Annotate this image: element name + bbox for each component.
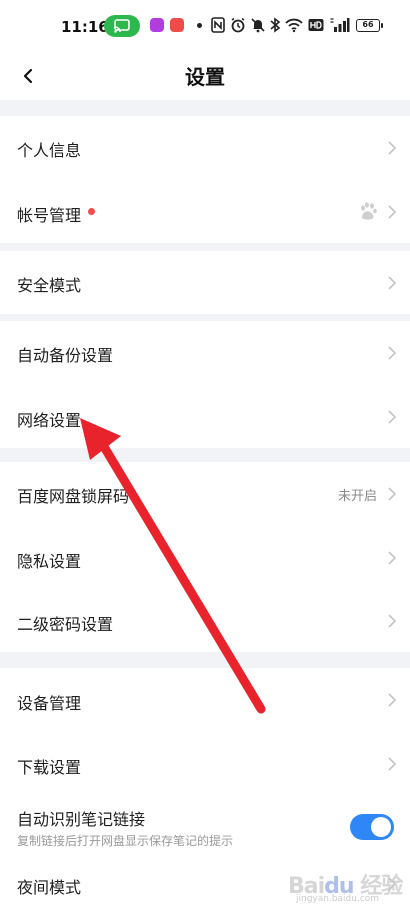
settings-row-safe-mode[interactable]: 安全模式 <box>0 251 410 314</box>
cast-icon <box>104 15 140 37</box>
settings-row-second-password[interactable]: 二级密码设置 <box>0 589 410 652</box>
notification-dot-icon <box>197 23 202 28</box>
row-label: 夜间模式 <box>17 878 82 897</box>
settings-row-network-settings[interactable]: 网络设置 <box>0 385 410 448</box>
settings-row-personal-info[interactable]: 个人信息 <box>0 116 410 179</box>
bluetooth-icon <box>270 17 281 33</box>
wifi-icon <box>285 18 303 33</box>
status-bar: 11:16 66 <box>0 0 410 52</box>
settings-row-account-manage[interactable]: 帐号管理 <box>0 180 410 243</box>
mute-icon <box>251 18 265 33</box>
toggle-knob <box>371 817 391 837</box>
chevron-right-icon <box>388 410 396 424</box>
chevron-right-icon <box>388 487 396 501</box>
page-title: 设置 <box>185 65 225 89</box>
settings-row-device-manage[interactable]: 设备管理 <box>0 668 410 731</box>
row-label: 设备管理 <box>17 694 82 713</box>
app-icon <box>150 18 164 32</box>
chevron-right-icon <box>388 693 396 707</box>
hd-icon <box>308 19 324 31</box>
row-label: 百度网盘锁屏码 <box>17 487 130 506</box>
settings-group-account: 个人信息 帐号管理 <box>0 116 410 243</box>
settings-group-privacy: 百度网盘锁屏码 未开启 隐私设置 二级密码设置 <box>0 462 410 652</box>
nav-bar: 设置 <box>0 52 410 100</box>
settings-group-security: 安全模式 <box>0 251 410 314</box>
chevron-right-icon <box>388 346 396 360</box>
row-label: 帐号管理 <box>17 206 82 225</box>
settings-row-lock-screen[interactable]: 百度网盘锁屏码 未开启 <box>0 462 410 525</box>
chevron-right-icon <box>388 551 396 565</box>
row-label: 个人信息 <box>17 141 82 160</box>
alarm-icon <box>231 17 245 33</box>
chevron-right-icon <box>388 614 396 628</box>
row-label: 下载设置 <box>17 758 82 777</box>
chevron-right-icon <box>388 757 396 771</box>
signal-icon <box>330 18 350 32</box>
nfc-icon <box>211 17 225 33</box>
chevron-right-icon <box>388 276 396 290</box>
row-label: 自动识别笔记链接 <box>17 810 146 829</box>
chevron-right-icon <box>388 141 396 155</box>
lock-screen-status: 未开启 <box>337 489 377 504</box>
battery-tip <box>381 23 383 28</box>
row-description: 复制链接后打开网盘显示保存笔记的提示 <box>17 834 234 848</box>
row-label: 隐私设置 <box>17 552 82 571</box>
settings-group-network: 自动备份设置 网络设置 <box>0 321 410 448</box>
baidu-watermark-url: jingyan.baidu.com <box>296 894 380 904</box>
status-time: 11:16 <box>61 18 109 36</box>
row-label: 网络设置 <box>17 411 82 430</box>
row-label: 自动备份设置 <box>17 346 114 365</box>
settings-row-auto-backup[interactable]: 自动备份设置 <box>0 321 410 384</box>
app-icon <box>170 18 184 32</box>
row-label: 安全模式 <box>17 276 82 295</box>
settings-row-download[interactable]: 下载设置 <box>0 732 410 795</box>
settings-row-privacy[interactable]: 隐私设置 <box>0 526 410 589</box>
row-label: 二级密码设置 <box>17 615 114 634</box>
note-link-toggle[interactable] <box>350 814 394 840</box>
battery-icon: 66 <box>356 19 380 32</box>
baidu-paw-icon <box>361 202 377 220</box>
new-badge-dot <box>88 208 95 215</box>
chevron-right-icon <box>388 205 396 219</box>
settings-row-note-link: 自动识别笔记链接 复制链接后打开网盘显示保存笔记的提示 <box>0 795 410 859</box>
